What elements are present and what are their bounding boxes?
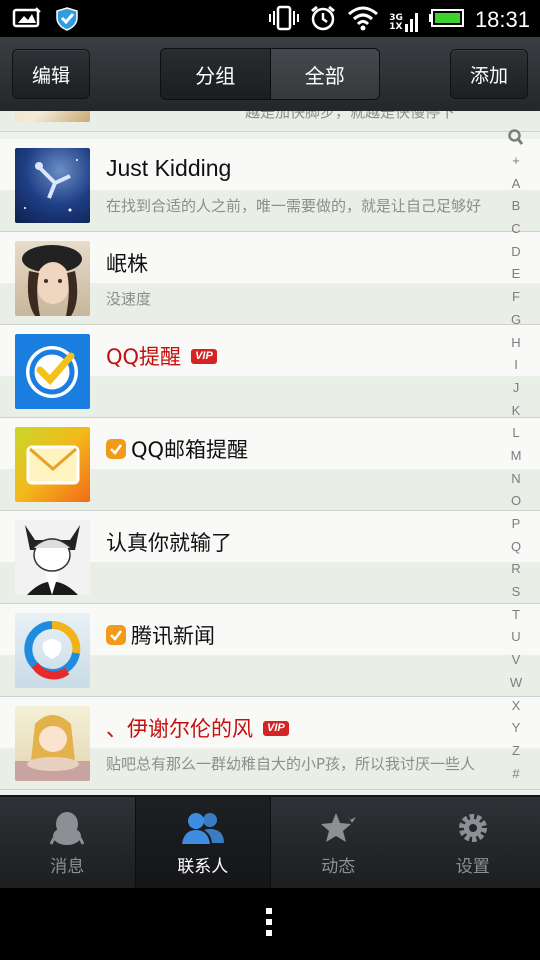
list-item-partial[interactable]: 越是加快脚步，就越是快慢停下	[0, 111, 540, 132]
index-letter[interactable]: A	[512, 173, 521, 196]
index-letter[interactable]: E	[512, 263, 521, 286]
index-letter[interactable]: M	[511, 445, 522, 468]
tab-messages[interactable]: 消息	[0, 797, 135, 890]
header-bar: 编辑 分组 全部 添加	[0, 37, 540, 112]
alphabet-index[interactable]: + A B C D E F G H I J K L M N O P Q R S …	[500, 129, 532, 785]
qq-reminder-logo	[15, 334, 90, 409]
contacts-icon	[181, 813, 224, 844]
tab-label: 设置	[455, 857, 490, 877]
contact-name: QQ提醒	[106, 345, 182, 369]
contact-list: 越是加快脚步，就越是快慢停下 Just Kidding 在找到合适的人之前，唯一…	[0, 111, 540, 795]
index-letter[interactable]: F	[512, 286, 520, 309]
list-item[interactable]: 腾讯新闻	[0, 604, 540, 697]
contact-name: 岷株	[106, 252, 148, 276]
contact-name-row: 、伊谢尔伦的风 VIP	[106, 713, 289, 743]
index-letter[interactable]: P	[512, 513, 521, 536]
verified-icon	[106, 625, 126, 645]
vip-badge: VIP	[191, 348, 217, 364]
star-icon	[321, 813, 357, 842]
search-icon[interactable]	[508, 129, 524, 147]
index-letter[interactable]: T	[512, 604, 520, 627]
index-letter[interactable]: #	[512, 763, 519, 786]
contact-signature: 在找到合适的人之前，唯一需要做的，就是让自己足够好	[106, 197, 482, 215]
list-item[interactable]: QQ提醒 VIP	[0, 325, 540, 418]
tab-label: 联系人	[177, 857, 229, 877]
contact-name: QQ邮箱提醒	[131, 438, 249, 462]
contact-name: 认真你就输了	[106, 531, 232, 555]
index-letter[interactable]: D	[511, 241, 520, 264]
index-letter[interactable]: S	[512, 581, 521, 604]
index-letter[interactable]: V	[512, 649, 521, 672]
tab-settings[interactable]: 设置	[406, 797, 540, 890]
index-letter[interactable]: Q	[511, 536, 521, 559]
tab-moments[interactable]: 动态	[271, 797, 406, 890]
list-item[interactable]: 、伊谢尔伦的风 VIP 贴吧总有那么一群幼稚自大的小P孩，所以我讨厌一些人	[0, 697, 540, 790]
tab-contacts[interactable]: 联系人	[134, 797, 271, 890]
index-letter[interactable]: I	[514, 354, 518, 377]
index-letter[interactable]: L	[512, 422, 519, 445]
contact-name-row: QQ提醒 VIP	[106, 341, 217, 371]
index-letter[interactable]: J	[513, 377, 520, 400]
avatar	[15, 520, 90, 595]
list-item[interactable]: QQ邮箱提醒	[0, 418, 540, 511]
segment-all-tab[interactable]: 全部	[270, 49, 379, 99]
signal-icon: 3G 1X	[389, 8, 419, 32]
contact-name-row: 腾讯新闻	[106, 620, 215, 650]
system-nav-bar	[0, 888, 540, 960]
list-item[interactable]: 岷株 没速度	[0, 232, 540, 325]
tab-label: 消息	[50, 857, 85, 877]
contact-name: 、伊谢尔伦的风	[106, 717, 253, 741]
wifi-icon	[347, 5, 379, 35]
qq-mail-logo	[15, 427, 90, 502]
gear-icon	[458, 814, 487, 842]
index-letter[interactable]: O	[511, 490, 521, 513]
index-letter[interactable]: H	[511, 332, 520, 355]
picture-icon	[12, 6, 42, 36]
avatar	[15, 111, 90, 122]
contact-name: Just Kidding	[106, 155, 232, 181]
verified-icon	[106, 439, 126, 459]
index-letter[interactable]: Y	[512, 717, 521, 740]
contact-signature: 没速度	[106, 290, 152, 308]
battery-icon	[428, 8, 465, 32]
index-letter[interactable]: B	[512, 195, 521, 218]
avatar	[15, 706, 90, 781]
status-bar: 3G 1X 18:31	[0, 0, 540, 37]
edit-button[interactable]: 编辑	[12, 49, 90, 99]
index-letter[interactable]: +	[512, 150, 520, 173]
index-letter[interactable]: W	[510, 672, 522, 695]
avatar	[15, 148, 90, 223]
tab-label: 动态	[321, 857, 356, 877]
bottom-tab-bar: 消息 联系人 动态 设置	[0, 795, 540, 890]
network-type-bottom: 1X	[389, 22, 403, 32]
index-letter[interactable]: N	[511, 468, 520, 491]
segment-group-tab[interactable]: 分组	[161, 49, 271, 99]
penguin-icon	[50, 812, 85, 845]
group-segment-control: 分组 全部	[160, 48, 380, 100]
contact-signature: 贴吧总有那么一群幼稚自大的小P孩，所以我讨厌一些人	[106, 755, 476, 773]
index-letter[interactable]: Z	[512, 740, 520, 763]
avatar	[15, 241, 90, 316]
index-letter[interactable]: G	[511, 309, 521, 332]
index-letter[interactable]: U	[511, 626, 520, 649]
index-letter[interactable]: C	[511, 218, 520, 241]
clock: 18:31	[474, 7, 530, 32]
index-letter[interactable]: X	[512, 695, 521, 718]
add-button[interactable]: 添加	[450, 49, 528, 99]
list-item[interactable]: Just Kidding 在找到合适的人之前，唯一需要做的，就是让自己足够好	[0, 139, 540, 232]
contact-name: 腾讯新闻	[131, 624, 215, 648]
shield-icon	[54, 6, 80, 36]
contact-signature: 越是加快脚步，就越是快慢停下	[245, 111, 456, 121]
vibrate-icon	[269, 5, 300, 35]
index-letter[interactable]: R	[511, 558, 520, 581]
vip-badge: VIP	[263, 720, 289, 736]
alarm-icon	[309, 4, 337, 36]
tencent-news-logo	[15, 613, 90, 688]
index-letter[interactable]: K	[512, 400, 521, 423]
contact-name-row: QQ邮箱提醒	[106, 434, 248, 464]
list-item[interactable]: 认真你就输了	[0, 511, 540, 604]
menu-icon[interactable]	[266, 908, 274, 936]
